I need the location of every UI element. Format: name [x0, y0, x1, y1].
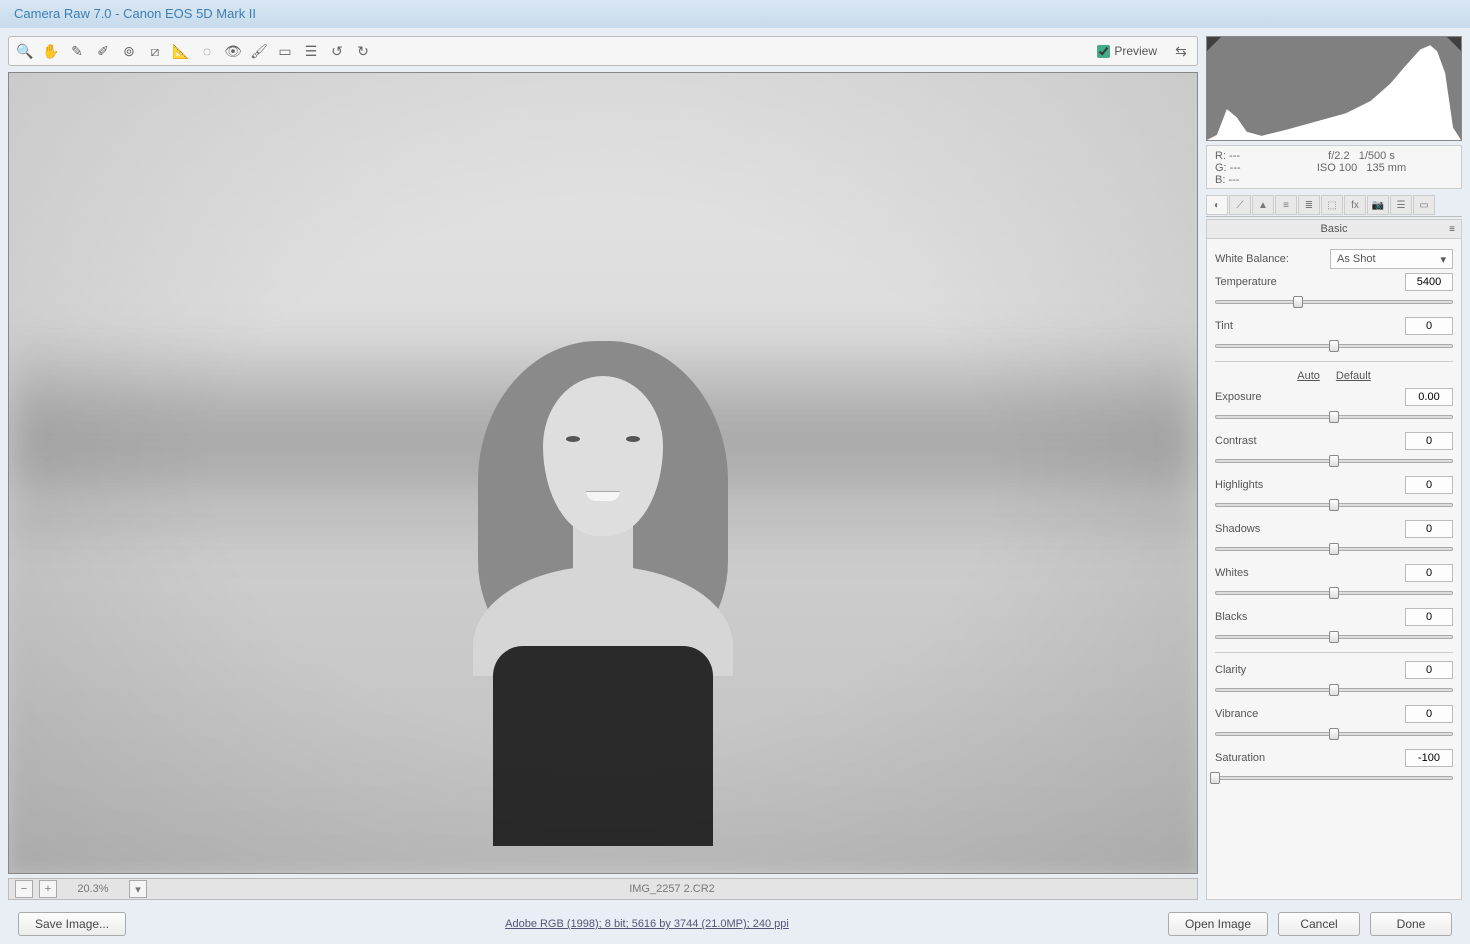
temperature-input[interactable]	[1405, 273, 1453, 291]
filename-label: IMG_2257 2.CR2	[153, 883, 1191, 895]
tab-presets[interactable]: ☰	[1390, 195, 1412, 215]
whites-input[interactable]	[1405, 564, 1453, 582]
saturation-slider[interactable]	[1215, 771, 1453, 785]
crop-tool-icon[interactable]: ⧄	[145, 41, 165, 61]
preferences-tool-icon[interactable]: ☰	[301, 41, 321, 61]
hand-tool-icon[interactable]: ✋	[41, 41, 61, 61]
straighten-tool-icon[interactable]: 📐	[171, 41, 191, 61]
zoom-dropdown-icon[interactable]: ▾	[129, 880, 147, 898]
graduated-filter-tool-icon[interactable]: ▭	[275, 41, 295, 61]
tab-snapshots[interactable]: ▭	[1413, 195, 1435, 215]
footer: Save Image... Adobe RGB (1998); 8 bit; 5…	[0, 908, 1470, 940]
basic-panel: White Balance: As Shot▾ Temperature Tint…	[1206, 239, 1462, 900]
blacks-input[interactable]	[1405, 608, 1453, 626]
rotate-ccw-icon[interactable]: ↺	[327, 41, 347, 61]
preview-checkbox[interactable]: Preview	[1097, 44, 1157, 58]
metadata-readout: R: --- G: --- B: --- f/2.2 1/500 s ISO 1…	[1206, 145, 1462, 189]
done-button[interactable]: Done	[1370, 912, 1452, 936]
exposure-label: Exposure	[1215, 391, 1405, 403]
temperature-slider[interactable]	[1215, 295, 1453, 309]
status-bar: − + 20.3% ▾ IMG_2257 2.CR2	[8, 878, 1198, 900]
temperature-label: Temperature	[1215, 276, 1405, 288]
r-value: R: ---	[1215, 150, 1270, 162]
cancel-button[interactable]: Cancel	[1278, 912, 1360, 936]
contrast-label: Contrast	[1215, 435, 1405, 447]
workflow-options-link[interactable]: Adobe RGB (1998); 8 bit; 5616 by 3744 (2…	[136, 918, 1158, 930]
aperture-value: f/2.2	[1328, 150, 1349, 162]
focal-value: 135 mm	[1366, 162, 1406, 174]
zoom-out-button[interactable]: −	[15, 880, 33, 898]
tab-detail[interactable]: ▲	[1252, 195, 1274, 215]
clarity-label: Clarity	[1215, 664, 1405, 676]
panel-menu-icon[interactable]: ≡	[1449, 224, 1455, 235]
toolbar: 🔍 ✋ ✎ ✐ ⊚ ⧄ 📐 ◌ 👁 🖌 ▭ ☰ ↺ ↻ Preview ⇆	[8, 36, 1198, 66]
white-balance-tool-icon[interactable]: ✎	[67, 41, 87, 61]
highlights-input[interactable]	[1405, 476, 1453, 494]
b-value: B: ---	[1215, 174, 1270, 186]
vibrance-input[interactable]	[1405, 705, 1453, 723]
adjustment-brush-tool-icon[interactable]: 🖌	[249, 41, 269, 61]
histogram[interactable]	[1206, 36, 1462, 141]
highlights-slider[interactable]	[1215, 498, 1453, 512]
tab-split-toning[interactable]: ≣	[1298, 195, 1320, 215]
targeted-adjustment-tool-icon[interactable]: ⊚	[119, 41, 139, 61]
tint-slider[interactable]	[1215, 339, 1453, 353]
tab-tone-curve[interactable]: ⟋	[1229, 195, 1251, 215]
open-image-button[interactable]: Open Image	[1168, 912, 1268, 936]
image-preview[interactable]	[8, 72, 1198, 874]
tint-input[interactable]	[1405, 317, 1453, 335]
tab-hsl[interactable]: ≡	[1275, 195, 1297, 215]
default-link[interactable]: Default	[1336, 370, 1371, 382]
fullscreen-toggle-icon[interactable]: ⇆	[1171, 41, 1191, 61]
tab-basic[interactable]: ◐	[1206, 195, 1228, 215]
tint-label: Tint	[1215, 320, 1405, 332]
whites-slider[interactable]	[1215, 586, 1453, 600]
shutter-value: 1/500 s	[1359, 150, 1395, 162]
highlights-label: Highlights	[1215, 479, 1405, 491]
zoom-level[interactable]: 20.3%	[63, 883, 123, 895]
vibrance-label: Vibrance	[1215, 708, 1405, 720]
spot-removal-tool-icon[interactable]: ◌	[197, 41, 217, 61]
color-sampler-tool-icon[interactable]: ✐	[93, 41, 113, 61]
white-balance-select[interactable]: As Shot▾	[1330, 249, 1453, 269]
shadows-label: Shadows	[1215, 523, 1405, 535]
exposure-slider[interactable]	[1215, 410, 1453, 424]
auto-link[interactable]: Auto	[1297, 370, 1320, 382]
zoom-tool-icon[interactable]: 🔍	[15, 41, 35, 61]
blacks-slider[interactable]	[1215, 630, 1453, 644]
chevron-down-icon: ▾	[1440, 253, 1446, 266]
red-eye-tool-icon[interactable]: 👁	[223, 41, 243, 61]
contrast-slider[interactable]	[1215, 454, 1453, 468]
tab-effects[interactable]: fx	[1344, 195, 1366, 215]
contrast-input[interactable]	[1405, 432, 1453, 450]
clarity-slider[interactable]	[1215, 683, 1453, 697]
shadows-slider[interactable]	[1215, 542, 1453, 556]
zoom-in-button[interactable]: +	[39, 880, 57, 898]
exposure-input[interactable]	[1405, 388, 1453, 406]
panel-tabs: ◐ ⟋ ▲ ≡ ≣ ⬚ fx 📷 ☰ ▭	[1206, 195, 1462, 217]
saturation-label: Saturation	[1215, 752, 1405, 764]
shadows-input[interactable]	[1405, 520, 1453, 538]
rotate-cw-icon[interactable]: ↻	[353, 41, 373, 61]
tab-lens-corrections[interactable]: ⬚	[1321, 195, 1343, 215]
tab-camera-calibration[interactable]: 📷	[1367, 195, 1389, 215]
g-value: G: ---	[1215, 162, 1270, 174]
title-bar: Camera Raw 7.0 - Canon EOS 5D Mark II	[0, 0, 1470, 28]
save-image-button[interactable]: Save Image...	[18, 912, 126, 936]
preview-label: Preview	[1114, 44, 1157, 58]
clarity-input[interactable]	[1405, 661, 1453, 679]
white-balance-label: White Balance:	[1215, 253, 1324, 265]
vibrance-slider[interactable]	[1215, 727, 1453, 741]
panel-title: Basic ≡	[1206, 219, 1462, 239]
saturation-input[interactable]	[1405, 749, 1453, 767]
iso-value: ISO 100	[1317, 162, 1357, 174]
whites-label: Whites	[1215, 567, 1405, 579]
blacks-label: Blacks	[1215, 611, 1405, 623]
